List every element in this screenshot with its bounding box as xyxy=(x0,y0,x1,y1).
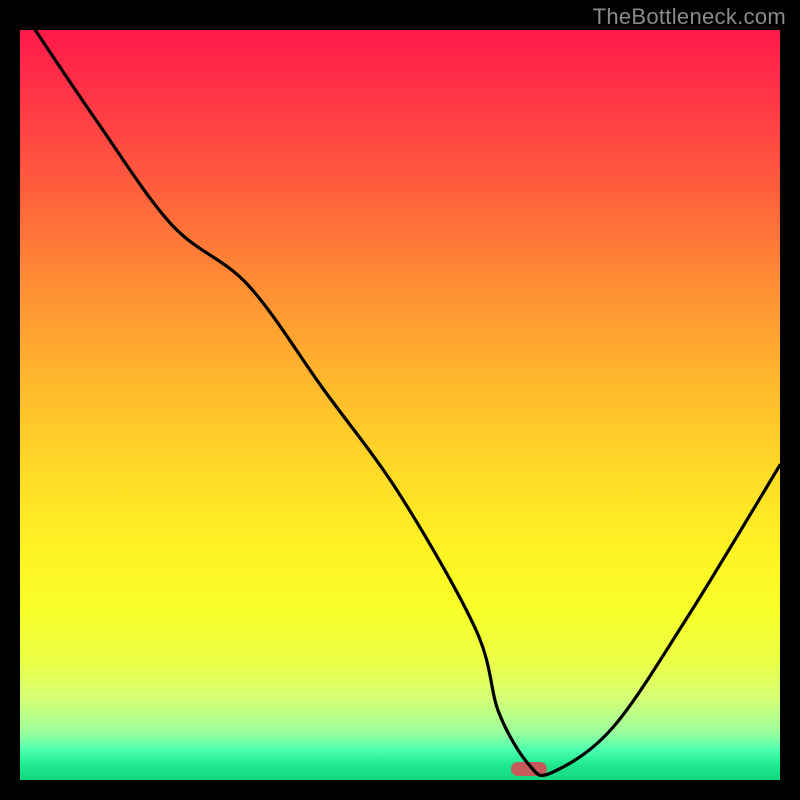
plot-area xyxy=(20,30,780,780)
bottleneck-curve xyxy=(20,30,780,780)
chart-canvas: TheBottleneck.com xyxy=(0,0,800,800)
watermark-text: TheBottleneck.com xyxy=(593,4,786,30)
